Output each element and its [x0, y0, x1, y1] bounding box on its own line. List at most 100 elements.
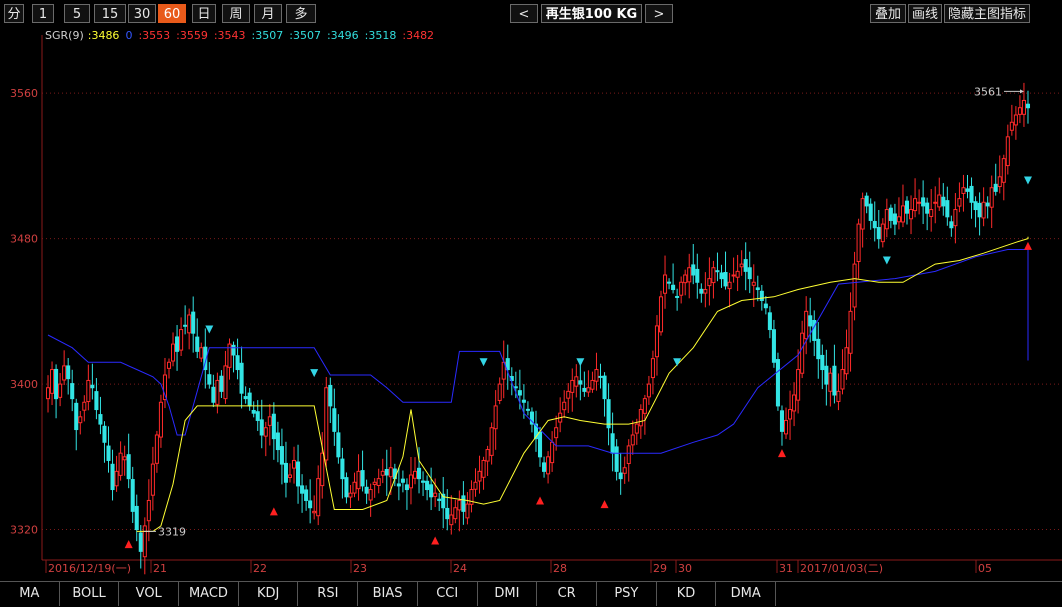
tab-psy[interactable]: PSY [597, 582, 657, 606]
candle-down [66, 365, 71, 380]
period-button-4[interactable]: 30 [128, 4, 156, 23]
candle-up [154, 434, 159, 464]
candle-up [86, 379, 91, 403]
candle-up [1001, 158, 1006, 183]
candle-down [606, 399, 611, 429]
high-annotation: 3561 [974, 85, 1002, 98]
candle-down [255, 411, 260, 421]
candle-up [957, 198, 962, 207]
candle-up [78, 416, 83, 424]
candle-down [70, 383, 75, 400]
candle-down [699, 288, 704, 294]
candle-down [336, 432, 341, 458]
resistance-line [47, 249, 1029, 454]
candle-down [925, 202, 930, 214]
prev-symbol-button[interactable]: < [510, 4, 538, 23]
tab-bias[interactable]: BIAS [358, 582, 418, 606]
tab-boll[interactable]: BOLL [60, 582, 120, 606]
tool-button-0[interactable]: 叠加 [870, 4, 906, 23]
candle-up [961, 187, 966, 194]
candle-down [582, 387, 587, 392]
period-button-8[interactable]: 月 [254, 4, 282, 23]
candle-down [279, 446, 284, 465]
candle-up [703, 289, 708, 294]
candle-down [251, 409, 256, 414]
candle-down [364, 486, 369, 494]
candle-up [788, 409, 793, 420]
candle-down [767, 312, 772, 331]
low-annotation: 3319 [158, 525, 186, 538]
price-chart[interactable]: 3320 3400 3480 3560 2016/12/19(一) 21 22 23 24 28 2… [0, 27, 1062, 581]
candle-down [602, 375, 607, 400]
tab-cr[interactable]: CR [537, 582, 597, 606]
candle-up [917, 201, 922, 204]
candle-down [344, 477, 349, 498]
candle-down [949, 221, 954, 229]
x-tick-label: 29 [653, 562, 667, 575]
candle-up [687, 267, 692, 283]
x-tick-label: 2017/01/03(二) [800, 562, 883, 575]
sell-marker [205, 325, 214, 334]
candle-down [537, 431, 543, 458]
candle-down [812, 319, 817, 341]
candle-up [187, 314, 192, 334]
candle-up [840, 369, 845, 390]
candle-up [574, 376, 579, 387]
candle-up [372, 481, 377, 485]
tab-dmi[interactable]: DMI [478, 582, 538, 606]
candle-up [638, 409, 643, 427]
candle-up [900, 205, 905, 223]
candle-down [130, 479, 135, 512]
tab-kd[interactable]: KD [657, 582, 717, 606]
candle-down [985, 202, 990, 207]
tab-cci[interactable]: CCI [418, 582, 478, 606]
candle-down [191, 311, 196, 334]
candle-up [291, 459, 297, 469]
candle-up [630, 434, 635, 446]
candle-up [953, 209, 958, 227]
candle-up [586, 387, 591, 393]
candle-down [308, 500, 313, 509]
candle-down [872, 220, 877, 229]
candle-up [1013, 114, 1018, 126]
tab-dma[interactable]: DMA [716, 582, 777, 606]
candle-up [320, 452, 325, 487]
period-button-9[interactable]: 多 [286, 4, 316, 23]
tab-kdj[interactable]: KDJ [239, 582, 299, 606]
period-button-6[interactable]: 日 [192, 4, 216, 23]
x-tick-label: 2016/12/19(一) [48, 562, 131, 575]
candle-down [404, 484, 409, 491]
candle-up [1009, 121, 1014, 131]
candle-up [465, 503, 470, 519]
x-tick-label: 28 [553, 562, 567, 575]
candle-down [271, 413, 276, 440]
candle-up [929, 209, 934, 217]
candle-down [110, 463, 115, 491]
tool-button-2[interactable]: 隐藏主图指标 [944, 4, 1030, 23]
period-button-1[interactable]: 1 [32, 4, 54, 23]
tab-rsi[interactable]: RSI [299, 582, 359, 606]
period-button-2[interactable]: 5 [64, 4, 90, 23]
period-button-5[interactable]: 60 [158, 4, 186, 23]
candle-down [868, 203, 873, 221]
candle-down [417, 467, 422, 480]
candle-up [642, 398, 647, 414]
y-tick-label: 3560 [10, 87, 38, 100]
candle-up [852, 263, 857, 308]
candle-up [356, 470, 361, 490]
period-button-3[interactable]: 15 [94, 4, 126, 23]
tab-vol[interactable]: VOL [119, 582, 180, 606]
candle-up [679, 281, 684, 296]
next-symbol-button[interactable]: > [645, 4, 673, 23]
candle-up [751, 281, 756, 286]
y-tick-label: 3400 [10, 378, 38, 391]
period-button-7[interactable]: 周 [222, 4, 250, 23]
candle-down [239, 362, 244, 394]
candle-up [880, 223, 885, 243]
tool-button-1[interactable]: 画线 [908, 4, 942, 23]
period-button-0[interactable]: 分 [4, 4, 24, 23]
candle-down [300, 485, 305, 494]
tab-macd[interactable]: MACD [179, 582, 239, 606]
candle-down [618, 472, 623, 480]
tab-ma[interactable]: MA [0, 582, 60, 606]
